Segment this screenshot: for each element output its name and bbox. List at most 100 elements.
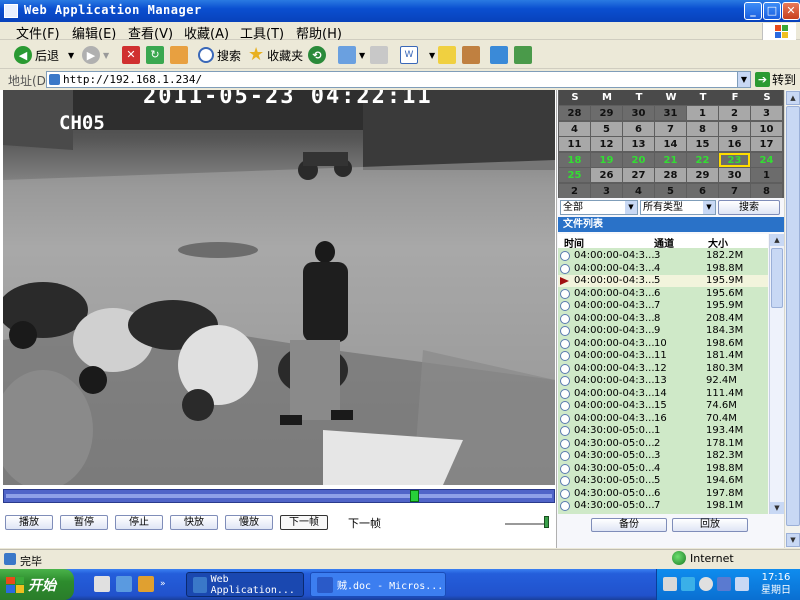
fast-forward-button[interactable]: 快放 bbox=[170, 515, 218, 530]
file-list-row[interactable]: 04:00:00-04:3... 15 74.6M bbox=[558, 400, 768, 412]
calendar-day[interactable]: 13 bbox=[623, 137, 654, 151]
task-web-app[interactable]: Web Application... bbox=[186, 572, 304, 597]
playback-progress-bar[interactable] bbox=[3, 489, 555, 503]
calendar-day[interactable]: 29 bbox=[687, 168, 718, 182]
scroll-up-icon[interactable]: ▲ bbox=[786, 91, 800, 105]
menu-view[interactable]: 查看(V) bbox=[128, 23, 173, 42]
menu-edit[interactable]: 编辑(E) bbox=[72, 23, 116, 42]
stop-playback-button[interactable]: 停止 bbox=[115, 515, 163, 530]
page-scroll-thumb[interactable] bbox=[786, 106, 800, 526]
calendar-day[interactable]: 31 bbox=[655, 106, 686, 120]
address-dropdown-icon[interactable]: ▼ bbox=[737, 71, 751, 88]
calendar-day[interactable]: 8 bbox=[751, 184, 782, 198]
task-word-doc[interactable]: 贼.doc - Micros... bbox=[310, 572, 446, 597]
calendar-day[interactable]: 3 bbox=[591, 184, 622, 198]
start-button[interactable]: 开始 bbox=[0, 569, 74, 600]
calendar-day[interactable]: 28 bbox=[559, 106, 590, 120]
calendar-day[interactable]: 22 bbox=[687, 153, 718, 167]
file-search-button[interactable]: 搜索 bbox=[718, 200, 780, 215]
play-button[interactable]: 播放 bbox=[5, 515, 53, 530]
show-desktop-icon[interactable] bbox=[94, 576, 110, 592]
calendar-day[interactable]: 16 bbox=[719, 137, 750, 151]
research-button[interactable] bbox=[462, 45, 480, 65]
file-list-row[interactable]: 04:00:00-04:3... 8 208.4M bbox=[558, 313, 768, 325]
file-list-row[interactable]: 04:30:00-05:0... 5 194.6M bbox=[558, 475, 768, 487]
menu-help[interactable]: 帮助(H) bbox=[296, 23, 342, 42]
stop-button[interactable]: ✕ bbox=[122, 45, 140, 65]
refresh-button[interactable]: ↻ bbox=[146, 45, 164, 65]
calendar-day[interactable]: 4 bbox=[559, 122, 590, 136]
page-scrollbar[interactable]: ▲ ▼ bbox=[784, 90, 800, 548]
file-list-row[interactable]: 04:00:00-04:3... 12 180.3M bbox=[558, 363, 768, 375]
ie-quicklaunch-icon[interactable] bbox=[116, 576, 132, 592]
calendar-day[interactable]: 1 bbox=[687, 106, 718, 120]
calendar-day[interactable]: 2 bbox=[719, 106, 750, 120]
favorites-button[interactable]: ★ 收藏夹 bbox=[248, 45, 303, 65]
file-list-row[interactable]: 04:00:00-04:3... 9 184.3M bbox=[558, 325, 768, 337]
messenger-button[interactable] bbox=[490, 45, 508, 65]
file-list-scrollbar[interactable]: ▲ ▼ bbox=[769, 234, 784, 514]
calendar-day[interactable]: 15 bbox=[687, 137, 718, 151]
calendar-day[interactable]: 5 bbox=[655, 184, 686, 198]
calendar-day[interactable]: 30 bbox=[719, 168, 750, 182]
calendar-day[interactable]: 11 bbox=[559, 137, 590, 151]
calendar-day[interactable]: 7 bbox=[719, 184, 750, 198]
back-button[interactable]: ◀ 后退 ▼ bbox=[14, 45, 74, 65]
progress-thumb[interactable] bbox=[410, 490, 419, 502]
scope-select[interactable]: 全部 ▼ bbox=[560, 200, 638, 215]
scroll-down-icon[interactable]: ▼ bbox=[786, 533, 800, 547]
calendar-day[interactable]: 2 bbox=[559, 184, 590, 198]
menu-favorites[interactable]: 收藏(A) bbox=[184, 23, 229, 42]
calendar-day[interactable]: 9 bbox=[719, 122, 750, 136]
keyboard-icon[interactable] bbox=[663, 577, 677, 591]
calendar-day[interactable]: 28 bbox=[655, 168, 686, 182]
file-list-row[interactable]: 04:00:00-04:3... 7 195.9M bbox=[558, 300, 768, 312]
home-button[interactable] bbox=[170, 45, 188, 65]
calendar-day[interactable]: 12 bbox=[591, 137, 622, 151]
mail-button[interactable]: ▼ bbox=[338, 45, 365, 65]
quicklaunch-more-icon[interactable]: » bbox=[160, 579, 166, 589]
calendar-day[interactable]: 29 bbox=[591, 106, 622, 120]
print-button[interactable] bbox=[370, 45, 388, 65]
calendar-day[interactable]: 6 bbox=[623, 122, 654, 136]
address-input[interactable]: http://192.168.1.234/ bbox=[46, 71, 751, 88]
edit-button[interactable]: W ▼ bbox=[400, 45, 435, 65]
type-select[interactable]: 所有类型 ▼ bbox=[640, 200, 716, 215]
calendar-day[interactable]: 5 bbox=[591, 122, 622, 136]
menu-file[interactable]: 文件(F) bbox=[16, 23, 60, 42]
calendar-day[interactable]: 4 bbox=[623, 184, 654, 198]
file-list-row[interactable]: 04:00:00-04:3... 10 198.6M bbox=[558, 338, 768, 350]
file-list-row[interactable]: 04:30:00-05:0... 2 178.1M bbox=[558, 438, 768, 450]
slow-play-button[interactable]: 慢放 bbox=[225, 515, 273, 530]
speaker-icon[interactable] bbox=[699, 577, 713, 591]
file-list-row[interactable]: 04:00:00-04:3... 13 92.4M bbox=[558, 375, 768, 387]
volume-slider[interactable] bbox=[544, 516, 549, 528]
calendar-day[interactable]: 30 bbox=[623, 106, 654, 120]
minimize-button[interactable]: _ bbox=[744, 2, 762, 20]
calendar-day[interactable]: 6 bbox=[687, 184, 718, 198]
media-quicklaunch-icon[interactable] bbox=[138, 576, 154, 592]
file-list-row[interactable]: 04:30:00-05:0... 1 193.4M bbox=[558, 425, 768, 437]
file-list-row[interactable]: 04:00:00-04:3... 4 198.8M bbox=[558, 263, 768, 275]
calendar-day[interactable]: 20 bbox=[623, 153, 654, 167]
clock[interactable]: 17:16 星期日 bbox=[761, 571, 791, 597]
calendar-day[interactable]: 21 bbox=[655, 153, 686, 167]
calendar-day[interactable]: 14 bbox=[655, 137, 686, 151]
calendar-day[interactable]: 26 bbox=[591, 168, 622, 182]
calendar-day[interactable]: 19 bbox=[591, 153, 622, 167]
next-frame-button[interactable]: 下一帧 bbox=[280, 515, 328, 530]
discuss-button[interactable] bbox=[438, 45, 456, 65]
maximize-button[interactable]: □ bbox=[763, 2, 781, 20]
file-list-row[interactable]: 04:00:00-04:3... 16 70.4M bbox=[558, 413, 768, 425]
mail-dropdown-icon[interactable]: ▼ bbox=[359, 51, 365, 60]
calendar-day[interactable]: 17 bbox=[751, 137, 782, 151]
go-button[interactable]: ➔ 转到 bbox=[755, 71, 796, 88]
forward-button[interactable]: ▶ ▼ bbox=[82, 45, 109, 65]
close-button[interactable]: ✕ bbox=[782, 2, 800, 20]
backup-button[interactable]: 备份 bbox=[591, 518, 667, 532]
menu-tools[interactable]: 工具(T) bbox=[240, 23, 284, 42]
file-list-row[interactable]: 04:30:00-05:0... 6 197.8M bbox=[558, 488, 768, 500]
replay-button[interactable]: 回放 bbox=[672, 518, 748, 532]
calendar-day[interactable]: 25 bbox=[559, 168, 590, 182]
back-dropdown-icon[interactable]: ▼ bbox=[68, 51, 74, 60]
